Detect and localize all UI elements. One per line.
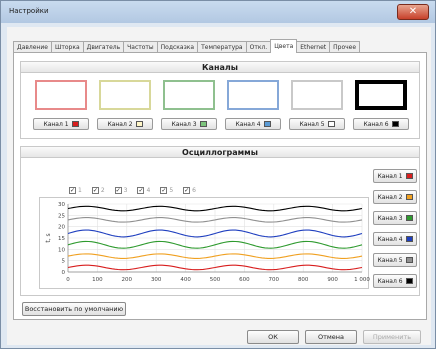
color-chip-icon xyxy=(71,121,79,127)
checkbox-icon[interactable]: ✓ xyxy=(160,187,168,194)
cancel-button[interactable]: Отмена xyxy=(305,330,357,344)
x-tick-label: 700 xyxy=(269,277,280,283)
color-chip-icon xyxy=(405,173,413,179)
channel-color-button-2[interactable]: Канал 2 xyxy=(97,118,153,130)
tab-strip: Давление Шторка Двигатель Частоты Подсказка Т… xyxy=(13,39,361,53)
title-bar: Настройки ✕ xyxy=(1,1,435,23)
channel-checkbox-5[interactable]: ✓ 5 xyxy=(160,187,173,194)
channel-checkbox-3[interactable]: ✓ 3 xyxy=(114,187,128,194)
x-tick-label: 600 xyxy=(239,277,250,283)
channel-color-button-3[interactable]: Канал 3 xyxy=(161,118,217,130)
oscillogram-color-button-2[interactable]: Канал 2 xyxy=(373,190,417,204)
y-tick-label: 15 xyxy=(58,236,65,242)
channel-swatch-2 xyxy=(99,80,151,110)
checkbox-icon[interactable]: ✓ xyxy=(69,187,76,194)
oscillogram-chart: 0 5 10 15 20 25 30 0 100 200 300 400 500 600 700 800 900… xyxy=(39,197,370,289)
x-tick-label: 1 000 xyxy=(354,277,370,283)
y-tick-label: 20 xyxy=(58,225,65,231)
color-chip-icon xyxy=(135,121,143,127)
channel-checkboxes: ✓ 1 ✓ 2 ✓ 3 ✓ 4 ✓ 5 ✓ 6 xyxy=(69,187,196,194)
colors-tab-panel: Каналы Канал 1 Канал 2 Канал 3 Канал 4 Канал… xyxy=(13,52,427,320)
channel-swatch-4 xyxy=(227,80,279,110)
x-tick-label: 800 xyxy=(298,277,309,283)
x-tick-label: 100 xyxy=(92,277,103,283)
channel-button-label: Канал 2 xyxy=(107,120,133,128)
color-chip-icon xyxy=(199,121,207,127)
settings-window: Настройки ✕ Давление Шторка Двигатель Часто… xyxy=(0,0,436,349)
checkbox-icon[interactable]: ✓ xyxy=(137,187,145,194)
y-tick-label: 5 xyxy=(62,259,66,265)
oscillograms-title: Осциллограммы xyxy=(21,147,419,158)
oscillogram-color-button-4[interactable]: Канал 4 xyxy=(373,232,417,246)
x-tick-label: 300 xyxy=(151,277,162,283)
channel-button-label: Канал 5 xyxy=(299,120,325,128)
color-chip-icon xyxy=(391,121,399,127)
x-tick-label: 200 xyxy=(122,277,133,283)
dialog-client: Давление Шторка Двигатель Частоты Подсказка Т… xyxy=(7,27,431,345)
oscillograms-group: Осциллограммы ✓ 1 ✓ 2 ✓ 3 ✓ 4 ✓ 5 ✓ 6 0 5 10 15 20 25 30 0… xyxy=(20,146,420,296)
y-axis-label: t, s xyxy=(45,233,52,242)
y-tick-label: 0 xyxy=(62,270,66,276)
x-tick-label: 900 xyxy=(327,277,338,283)
osc-button-label: Канал 4 xyxy=(377,235,403,243)
channel-checkbox-4[interactable]: ✓ 4 xyxy=(137,187,150,194)
checkbox-label: 4 xyxy=(146,187,151,194)
ok-button[interactable]: ОК xyxy=(247,330,299,344)
osc-button-label: Канал 6 xyxy=(377,277,403,285)
channel-color-button-5[interactable]: Канал 5 xyxy=(289,118,345,130)
oscillogram-color-button-5[interactable]: Канал 5 xyxy=(373,253,417,267)
channel-swatch-6 xyxy=(355,80,407,110)
apply-button[interactable]: Применить xyxy=(363,330,421,344)
checkbox-label: 6 xyxy=(192,187,196,194)
color-chip-icon xyxy=(405,236,413,242)
checkbox-icon[interactable]: ✓ xyxy=(114,187,122,194)
channel-color-button-6[interactable]: Канал 6 xyxy=(353,118,409,130)
color-chip-icon xyxy=(405,278,413,284)
checkbox-icon[interactable]: ✓ xyxy=(91,187,99,194)
channel-swatch-3 xyxy=(163,80,215,110)
tab-7[interactable]: Цвета xyxy=(270,39,298,53)
channels-title: Каналы xyxy=(21,62,419,73)
channels-group: Каналы Канал 1 Канал 2 Канал 3 Канал 4 Канал… xyxy=(20,61,420,139)
checkbox-icon[interactable]: ✓ xyxy=(183,187,191,194)
color-chip-icon xyxy=(405,194,413,200)
close-button[interactable]: ✕ xyxy=(397,4,429,20)
channel-checkbox-6[interactable]: ✓ 6 xyxy=(183,187,196,194)
osc-button-label: Канал 5 xyxy=(377,256,403,264)
osc-button-label: Канал 3 xyxy=(377,214,403,222)
y-tick-label: 25 xyxy=(58,213,65,219)
color-chip-icon xyxy=(405,215,413,221)
y-tick-label: 30 xyxy=(58,202,65,208)
channel-swatch-5 xyxy=(291,80,343,110)
channel-color-button-1[interactable]: Канал 1 xyxy=(33,118,89,130)
channel-checkbox-1[interactable]: ✓ 1 xyxy=(69,187,82,194)
osc-button-label: Канал 2 xyxy=(377,193,403,201)
channel-button-label: Канал 3 xyxy=(171,120,197,128)
restore-defaults-button[interactable]: Восстановить по умолчанию xyxy=(22,302,126,316)
checkbox-label: 1 xyxy=(78,187,82,194)
y-tick-label: 10 xyxy=(58,247,65,253)
color-chip-icon xyxy=(327,121,335,127)
color-chip-icon xyxy=(405,257,413,263)
x-tick-label: 400 xyxy=(180,277,191,283)
channel-checkbox-2[interactable]: ✓ 2 xyxy=(91,187,105,194)
checkbox-label: 2 xyxy=(100,187,105,194)
channel-button-label: Канал 4 xyxy=(235,120,261,128)
channel-button-label: Канал 1 xyxy=(43,120,69,128)
checkbox-label: 3 xyxy=(123,187,128,194)
channel-swatch-1 xyxy=(35,80,87,110)
color-chip-icon xyxy=(263,121,271,127)
window-title: Настройки xyxy=(9,7,49,15)
oscillogram-color-button-3[interactable]: Канал 3 xyxy=(373,211,417,225)
oscillogram-color-button-6[interactable]: Канал 6 xyxy=(373,274,417,288)
chart-svg: 0510152025300 100 200 300 400 500 600 700 800 900… xyxy=(45,202,370,283)
oscillogram-color-button-1[interactable]: Канал 1 xyxy=(373,169,417,183)
x-tick-label: 0 xyxy=(66,277,70,283)
x-tick-label: 500 xyxy=(210,277,221,283)
channel-color-button-4[interactable]: Канал 4 xyxy=(225,118,281,130)
checkbox-label: 5 xyxy=(169,187,174,194)
osc-button-label: Канал 1 xyxy=(377,172,403,180)
channel-button-label: Канал 6 xyxy=(363,120,389,128)
